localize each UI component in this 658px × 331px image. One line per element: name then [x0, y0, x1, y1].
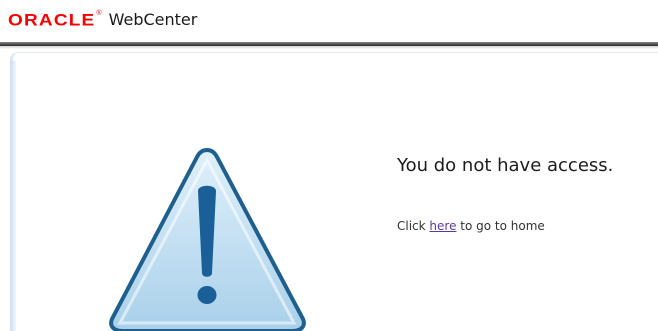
oracle-logo: ORACLE: [8, 11, 96, 31]
page: ORACLE ® WebCenter You do not have acces…: [0, 0, 658, 331]
product-name: WebCenter: [108, 10, 198, 29]
warning-triangle-icon: [104, 145, 311, 331]
brand: ORACLE ® WebCenter: [8, 9, 197, 31]
brand-header: ORACLE ® WebCenter: [0, 0, 658, 42]
trademark-mark: ®: [96, 10, 102, 17]
access-denied-title: You do not have access.: [397, 155, 614, 176]
header-shadow: [0, 46, 658, 49]
message-prefix: Click: [397, 219, 426, 233]
message-suffix: to go to home: [460, 219, 545, 233]
home-link[interactable]: here: [429, 219, 456, 233]
home-message: Click here to go to home: [397, 219, 545, 233]
